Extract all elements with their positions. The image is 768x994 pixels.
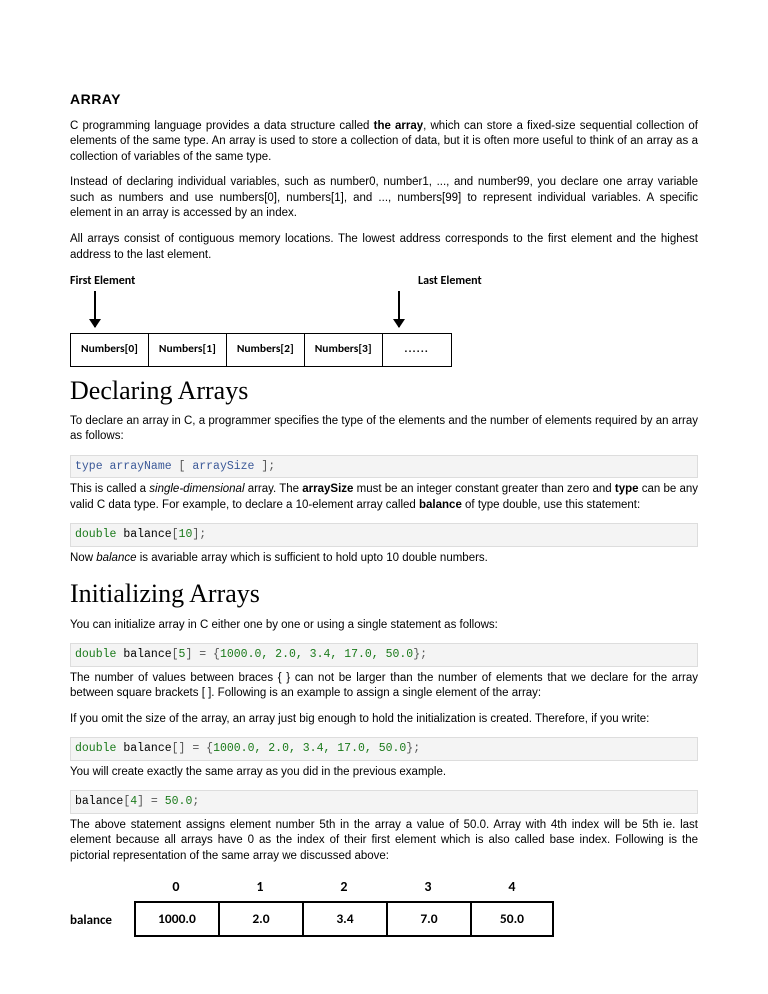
code-init-unsized: double balance[] = {1000.0, 2.0, 3.4, 17… (70, 737, 698, 761)
init-p3: If you omit the size of the array, an ar… (70, 712, 698, 728)
array-cell: Numbers[0] (70, 333, 148, 367)
code-init-sized: double balance[5] = {1000.0, 2.0, 3.4, 1… (70, 643, 698, 667)
bold-the-array: the array (374, 120, 424, 132)
heading-declaring: Declaring Arrays (70, 373, 698, 408)
array-memory-diagram: First Element Last Element Numbers[0] Nu… (70, 273, 698, 367)
value-cell: 7.0 (386, 901, 470, 937)
text: This is called a (70, 483, 149, 495)
declare-p1: To declare an array in C, a programmer s… (70, 414, 698, 445)
array-cell: Numbers[2] (226, 333, 304, 367)
code-token: balance (116, 648, 171, 661)
code-token: ] = { (185, 648, 220, 661)
index-cell: 4 (470, 878, 554, 901)
code-values: 1000.0, 2.0, 3.4, 17.0, 50.0 (213, 742, 406, 755)
code-token: balance (116, 742, 171, 755)
value-cell: 3.4 (302, 901, 386, 937)
code-token: ]; (261, 460, 275, 473)
heading-initializing: Initializing Arrays (70, 576, 698, 611)
init-p5: The above statement assigns element numb… (70, 818, 698, 865)
code-declare-balance: double balance[10]; (70, 523, 698, 547)
declare-p2: This is called a single-dimensional arra… (70, 482, 698, 513)
intro-p1: C programming language provides a data s… (70, 119, 698, 166)
code-assign-element: balance[4] = 50.0; (70, 790, 698, 814)
code-keyword: double (75, 528, 116, 541)
balance-array-diagram: balance 0 1 2 3 4 1000.0 2.0 3.4 7.0 50.… (70, 878, 698, 937)
em-single-dim: single-dimensional (149, 483, 244, 495)
array-cell: ...... (382, 333, 452, 367)
code-token: [ (172, 648, 179, 661)
init-p4: You will create exactly the same array a… (70, 765, 698, 781)
array-cell: Numbers[3] (304, 333, 382, 367)
declare-p3: Now balance is avariable array which is … (70, 551, 698, 567)
code-number: 10 (179, 528, 193, 541)
text: must be an integer constant greater than… (353, 483, 614, 495)
code-keyword: double (75, 742, 116, 755)
label-first-element: First Element (70, 273, 170, 289)
init-p2: The number of values between braces { } … (70, 671, 698, 702)
code-number: 50.0 (165, 795, 193, 808)
value-cell: 50.0 (470, 901, 554, 937)
bold-type: type (615, 483, 639, 495)
code-token: ] = (137, 795, 165, 808)
code-token: }; (413, 648, 427, 661)
text: array. The (245, 483, 303, 495)
code-token: [] = { (172, 742, 213, 755)
arrow-down-icon (94, 291, 96, 327)
array-cell: Numbers[1] (148, 333, 226, 367)
index-cell: 3 (386, 878, 470, 901)
text: Now (70, 552, 96, 564)
label-last-element: Last Element (418, 273, 518, 289)
index-cell: 1 (218, 878, 302, 901)
intro-p2: Instead of declaring individual variable… (70, 175, 698, 222)
code-token: }; (406, 742, 420, 755)
balance-label: balance (70, 912, 134, 938)
code-token: ]; (192, 528, 206, 541)
code-token: balance (75, 795, 123, 808)
page-title: ARRAY (70, 90, 698, 109)
bold-arraysize: arraySize (302, 483, 353, 495)
value-cell: 1000.0 (134, 901, 218, 937)
text: is avariable array which is sufficient t… (137, 552, 488, 564)
code-token: type arrayName (75, 460, 179, 473)
text: C programming language provides a data s… (70, 120, 374, 132)
index-cell: 2 (302, 878, 386, 901)
code-token: [ (172, 528, 179, 541)
value-cell: 2.0 (218, 901, 302, 937)
code-declare-syntax: type arrayName [ arraySize ]; (70, 455, 698, 479)
code-keyword: double (75, 648, 116, 661)
arrow-down-icon (398, 291, 400, 327)
text: of type double, use this statement: (462, 499, 640, 511)
code-token: arraySize (185, 460, 261, 473)
code-values: 1000.0, 2.0, 3.4, 17.0, 50.0 (220, 648, 413, 661)
code-token: balance (116, 528, 171, 541)
em-balance: balance (96, 552, 136, 564)
bold-balance: balance (419, 499, 462, 511)
index-cell: 0 (134, 878, 218, 901)
init-p1: You can initialize array in C either one… (70, 618, 698, 634)
intro-p3: All arrays consist of contiguous memory … (70, 232, 698, 263)
code-token: ; (192, 795, 199, 808)
